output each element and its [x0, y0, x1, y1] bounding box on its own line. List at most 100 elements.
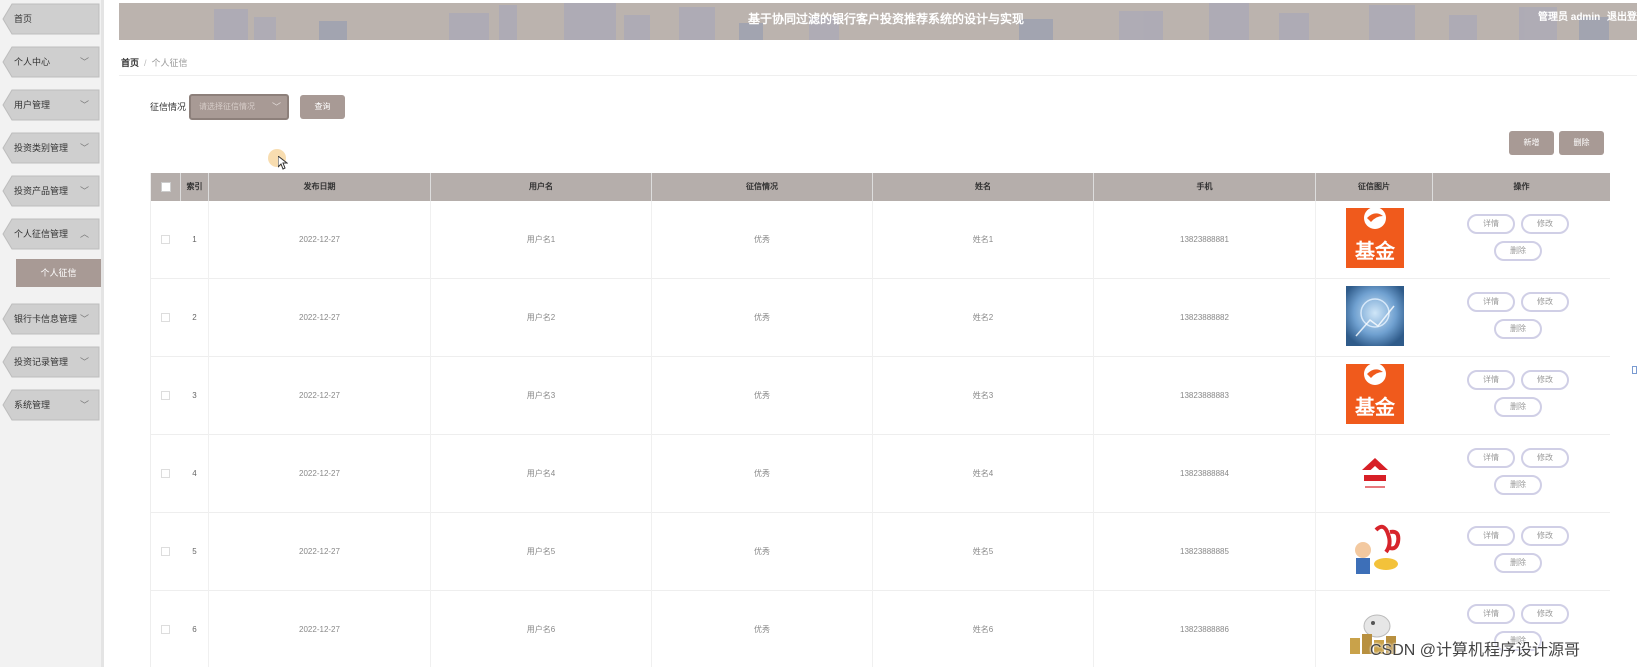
fund-logo-image[interactable]: 基金 [1346, 208, 1404, 268]
select-placeholder: 请选择征信情况 [199, 102, 255, 111]
row-delete-button[interactable]: 删除 [1494, 319, 1542, 339]
detail-button[interactable]: 详情 [1467, 370, 1515, 390]
cell-username: 用户名1 [431, 201, 652, 279]
sidebar-item-investment-category[interactable]: 投资类别管理 ﹀ [2, 132, 101, 164]
edit-button[interactable]: 修改 [1521, 604, 1569, 624]
breadcrumb-home[interactable]: 首页 [121, 58, 139, 68]
fund-logo-image[interactable]: 基金 [1346, 364, 1404, 424]
cell-index: 3 [181, 357, 209, 435]
sidebar-item-home[interactable]: 首页 [2, 3, 101, 35]
row-checkbox[interactable] [161, 625, 170, 634]
cell-name: 姓名6 [873, 591, 1094, 667]
column-header: 手机 [1094, 173, 1316, 201]
edit-button[interactable]: 修改 [1521, 214, 1569, 234]
sidebar-item-bank-card[interactable]: 银行卡信息管理 ﹀ [2, 303, 101, 335]
row-checkbox[interactable] [161, 391, 170, 400]
chevron-down-icon: ﹀ [79, 400, 89, 410]
sidebar: 首页 个人中心 ﹀ 用户管理 ﹀ 投资类别管理 ﹀ 投资产品管理 ﹀ 个人征信管… [0, 0, 104, 667]
column-header: 征信情况 [652, 173, 873, 201]
sidebar-item-investment-product[interactable]: 投资产品管理 ﹀ [2, 175, 101, 207]
chevron-down-icon: ﹀ [79, 314, 89, 324]
detail-button[interactable]: 详情 [1467, 526, 1515, 546]
sidebar-item-label: 投资类别管理 [14, 143, 69, 153]
cell-name: 姓名5 [873, 513, 1094, 591]
detail-button[interactable]: 详情 [1467, 292, 1515, 312]
detail-button[interactable]: 详情 [1467, 448, 1515, 468]
row-delete-button[interactable]: 删除 [1494, 241, 1542, 261]
sidebar-item-system[interactable]: 系统管理 ﹀ [2, 389, 101, 421]
credit-table: 索引 发布日期 用户名 征信情况 姓名 手机 征信图片 操作 1 2022-12… [150, 173, 1610, 667]
table-header-select [151, 173, 181, 201]
column-header: 索引 [181, 173, 209, 201]
cell-date: 2022-12-27 [209, 591, 431, 667]
edit-button[interactable]: 修改 [1521, 370, 1569, 390]
page-header-title: 基于协同过滤的银行客户投资推荐系统的设计与实现 [747, 12, 1024, 26]
sidebar-item-label: 投资产品管理 [14, 186, 69, 196]
cell-credit: 优秀 [652, 435, 873, 513]
column-header: 用户名 [431, 173, 652, 201]
cell-credit: 优秀 [652, 513, 873, 591]
row-checkbox[interactable] [161, 547, 170, 556]
sidebar-item-investment-record[interactable]: 投资记录管理 ﹀ [2, 346, 101, 378]
column-header: 征信图片 [1316, 173, 1433, 201]
row-checkbox[interactable] [161, 469, 170, 478]
row-checkbox[interactable] [161, 235, 170, 244]
sidebar-item-user-management[interactable]: 用户管理 ﹀ [2, 89, 101, 121]
edit-button[interactable]: 修改 [1521, 526, 1569, 546]
cell-phone: 13823888883 [1094, 357, 1316, 435]
finance-image[interactable] [1346, 286, 1404, 346]
cell-date: 2022-12-27 [209, 513, 431, 591]
cell-date: 2022-12-27 [209, 279, 431, 357]
credit-status-select[interactable]: 请选择征信情况 ﹀ [189, 94, 289, 120]
fund-logo-text: 基金 [1355, 395, 1396, 419]
table-row: 4 2022-12-27 用户名4 优秀 姓名4 13823888884 详情 … [151, 435, 1610, 513]
chevron-down-icon: ﹀ [79, 357, 89, 367]
sidebar-item-personal-center[interactable]: 个人中心 ﹀ [2, 46, 101, 78]
bulk-delete-button[interactable]: 删除 [1559, 131, 1604, 155]
select-all-checkbox[interactable] [161, 182, 171, 192]
row-checkbox[interactable] [161, 313, 170, 322]
column-header: 操作 [1433, 173, 1610, 201]
cell-username: 用户名6 [431, 591, 652, 667]
logout-link[interactable]: 退出登录 [1607, 12, 1637, 23]
breadcrumb: 首页 / 个人征信 [121, 56, 188, 69]
row-delete-button[interactable]: 删除 [1494, 397, 1542, 417]
cell-date: 2022-12-27 [209, 357, 431, 435]
red-logo-image[interactable] [1346, 442, 1404, 502]
column-header: 姓名 [873, 173, 1094, 201]
cell-username: 用户名5 [431, 513, 652, 591]
cartoon-image[interactable] [1346, 520, 1404, 580]
cell-index: 6 [181, 591, 209, 667]
search-button[interactable]: 查询 [300, 95, 345, 119]
row-delete-button[interactable]: 删除 [1494, 475, 1542, 495]
sidebar-item-label: 系统管理 [14, 400, 51, 410]
add-button[interactable]: 新增 [1509, 131, 1554, 155]
chevron-down-icon: ﹀ [79, 100, 89, 110]
watermark: CSDN @计算机程序设计源哥 [1370, 642, 1581, 659]
column-header: 发布日期 [209, 173, 431, 201]
row-delete-button[interactable]: 删除 [1494, 553, 1542, 573]
breadcrumb-separator: / [144, 58, 147, 68]
sidebar-subitem-personal-credit[interactable]: 个人征信 [16, 259, 101, 287]
header-user-area: 管理员 admin 退出登录 [1534, 8, 1637, 23]
cell-username: 用户名3 [431, 357, 652, 435]
mouse-cursor-icon [278, 156, 288, 170]
sidebar-item-label: 个人中心 [14, 57, 51, 67]
detail-button[interactable]: 详情 [1467, 214, 1515, 234]
credit-filter-label: 征信情况 [150, 102, 187, 112]
sidebar-item-label: 用户管理 [14, 100, 51, 110]
app-root: 首页 个人中心 ﹀ 用户管理 ﹀ 投资类别管理 ﹀ 投资产品管理 ﹀ 个人征信管… [0, 0, 1637, 667]
cell-phone: 13823888881 [1094, 201, 1316, 279]
sidebar-item-credit-management[interactable]: 个人征信管理 ︿ [2, 218, 101, 250]
cell-name: 姓名1 [873, 201, 1094, 279]
divider [119, 75, 1637, 76]
detail-button[interactable]: 详情 [1467, 604, 1515, 624]
edit-button[interactable]: 修改 [1521, 448, 1569, 468]
cell-name: 姓名2 [873, 279, 1094, 357]
edit-button[interactable]: 修改 [1521, 292, 1569, 312]
cell-credit: 优秀 [652, 591, 873, 667]
chevron-down-icon: ﹀ [79, 57, 89, 67]
cell-date: 2022-12-27 [209, 201, 431, 279]
cell-credit: 优秀 [652, 357, 873, 435]
sidebar-item-label: 个人征信管理 [14, 229, 69, 239]
